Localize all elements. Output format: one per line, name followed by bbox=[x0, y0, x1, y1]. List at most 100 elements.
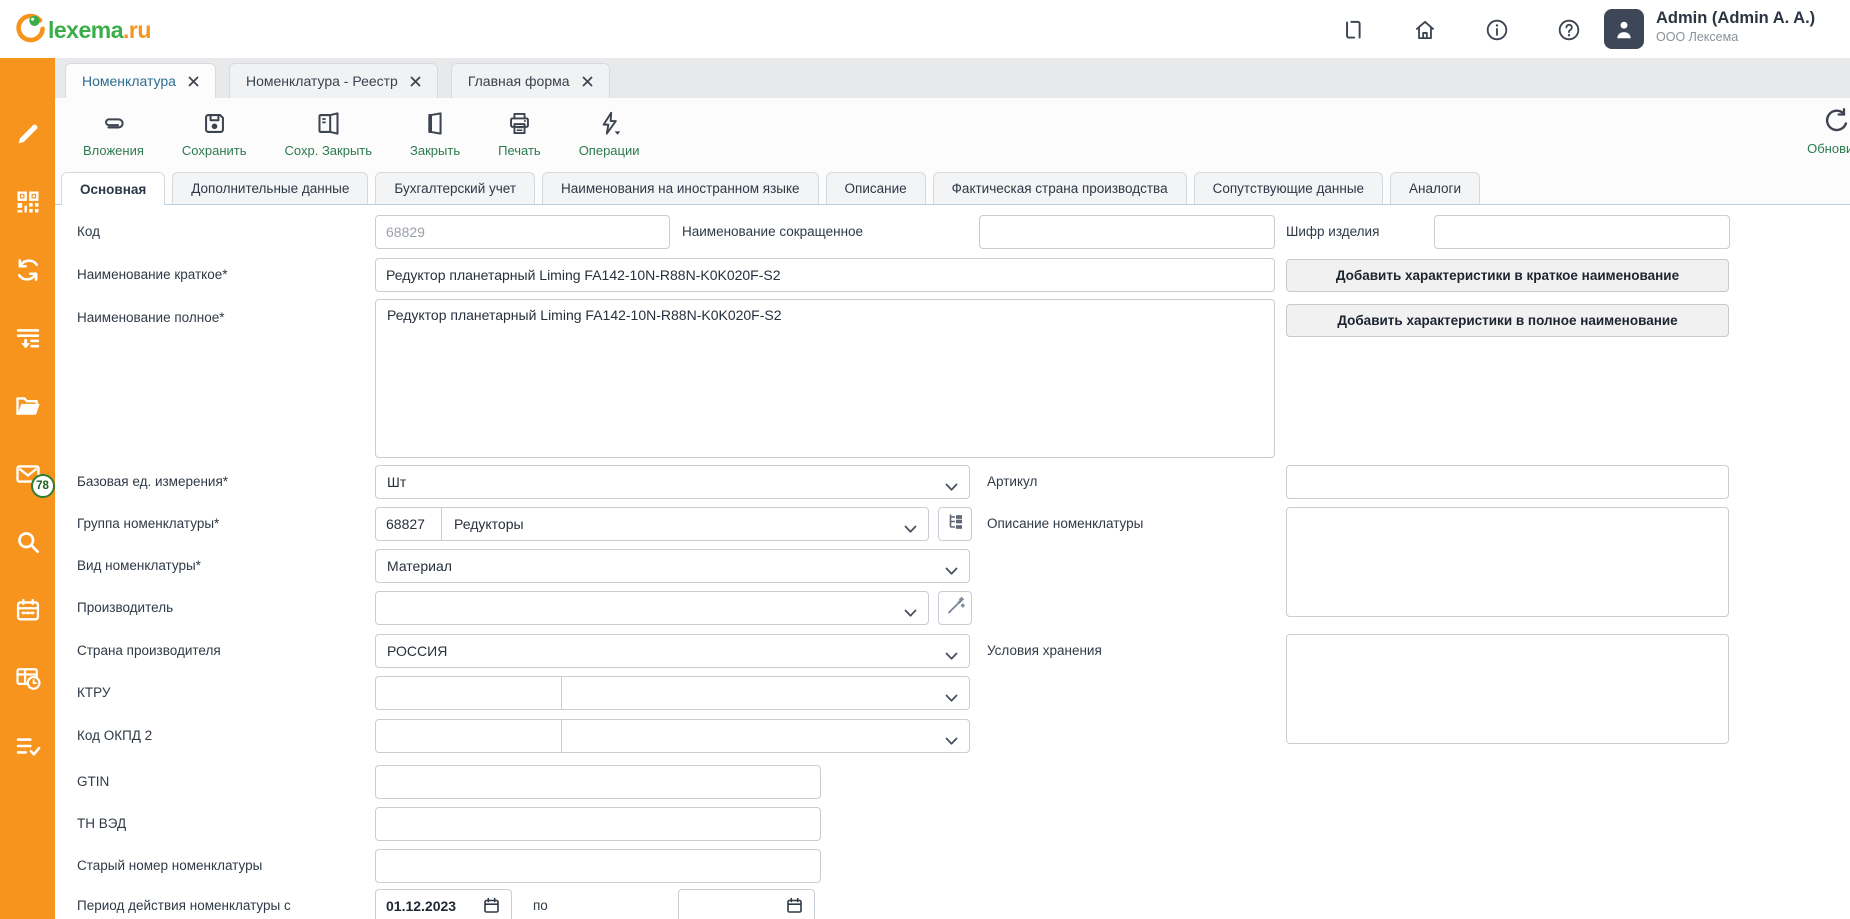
save-close-icon bbox=[315, 108, 342, 138]
ktru-select[interactable] bbox=[375, 676, 970, 710]
shifr-input[interactable] bbox=[1434, 215, 1730, 249]
pencil-icon[interactable] bbox=[14, 120, 42, 148]
short-name-input[interactable] bbox=[979, 215, 1275, 249]
subtab-osnovnaya[interactable]: Основная bbox=[61, 172, 165, 205]
tnved-label: ТН ВЭД bbox=[77, 807, 126, 841]
chevron-down-icon bbox=[904, 521, 917, 537]
base-unit-label: Базовая ед. измерения* bbox=[77, 465, 228, 499]
attachments-label: Вложения bbox=[83, 143, 144, 158]
subtab-fakticheskaya-strana[interactable]: Фактическая страна производства bbox=[933, 172, 1187, 204]
close-icon[interactable] bbox=[582, 76, 593, 87]
subtab-dopolnitelnye-dannye[interactable]: Дополнительные данные bbox=[172, 172, 368, 204]
group-code: 68827 bbox=[376, 508, 442, 540]
calendar-icon[interactable] bbox=[14, 596, 42, 624]
subtab-soputstvuyushchie[interactable]: Сопутствующие данные bbox=[1194, 172, 1383, 204]
folder-icon[interactable] bbox=[14, 392, 42, 420]
help-icon[interactable] bbox=[1556, 17, 1582, 43]
ktru-code bbox=[376, 677, 562, 709]
period-to-input[interactable] bbox=[678, 889, 815, 919]
tab-label: Номенклатура bbox=[82, 73, 176, 89]
polnoe-textarea[interactable]: Редуктор планетарный Liming FA142-10N-R8… bbox=[375, 299, 1275, 458]
search-icon[interactable] bbox=[14, 528, 42, 556]
manufacturer-select[interactable] bbox=[375, 591, 929, 625]
user-info[interactable]: Admin (Admin A. A.) ООО Лексема bbox=[1656, 9, 1815, 44]
refresh-icon bbox=[1822, 106, 1850, 136]
qr-code-icon[interactable] bbox=[14, 188, 42, 216]
report-clock-icon[interactable] bbox=[14, 664, 42, 692]
attachments-button[interactable]: Вложения bbox=[77, 108, 150, 158]
manufacturer-label: Производитель bbox=[77, 591, 173, 625]
chevron-down-icon bbox=[945, 690, 958, 706]
mail-icon[interactable]: 78 bbox=[14, 460, 42, 488]
subtab-opisanie[interactable]: Описание bbox=[826, 172, 926, 204]
storage-label: Условия хранения bbox=[987, 634, 1102, 668]
info-icon[interactable] bbox=[1484, 17, 1510, 43]
lexema-logo[interactable]: lexema.ru bbox=[14, 12, 151, 49]
save-icon bbox=[201, 108, 228, 138]
avatar[interactable] bbox=[1604, 9, 1644, 49]
kratkoe-label: Наименование краткое* bbox=[77, 258, 227, 292]
save-close-button[interactable]: Сохр. Закрыть bbox=[279, 108, 379, 158]
paperclip-icon bbox=[100, 108, 127, 138]
chevron-down-icon bbox=[945, 648, 958, 664]
okpd2-select[interactable] bbox=[375, 719, 970, 753]
vid-label: Вид номенклатуры* bbox=[77, 549, 201, 583]
operations-button[interactable]: Операции bbox=[573, 108, 646, 158]
base-unit-select[interactable]: Шт bbox=[375, 465, 970, 499]
import-list-icon[interactable] bbox=[14, 324, 42, 352]
print-label: Печать bbox=[498, 143, 541, 158]
storage-textarea[interactable] bbox=[1286, 634, 1729, 744]
operations-label: Операции bbox=[579, 143, 640, 158]
group-select[interactable]: 68827 Редукторы bbox=[375, 507, 929, 541]
user-name: Admin (Admin A. A.) bbox=[1656, 9, 1815, 28]
toolbar-panel: Вложения Сохранить Сохр. Закрыть Закрыть… bbox=[55, 98, 1850, 204]
ktru-label: КТРУ bbox=[77, 676, 110, 710]
gtin-label: GTIN bbox=[77, 765, 109, 799]
okpd2-code bbox=[376, 720, 562, 752]
print-button[interactable]: Печать bbox=[492, 108, 547, 158]
chevron-down-icon bbox=[945, 479, 958, 495]
group-tree-button[interactable] bbox=[938, 507, 972, 541]
processes-icon[interactable] bbox=[1340, 17, 1366, 43]
kratkoe-input[interactable] bbox=[375, 258, 1275, 292]
gtin-input[interactable] bbox=[375, 765, 821, 799]
home-icon[interactable] bbox=[1412, 17, 1438, 43]
tab-glavnaya-forma[interactable]: Главная форма bbox=[451, 63, 610, 98]
subtab-naimenovaniya-inostr[interactable]: Наименования на иностранном языке bbox=[542, 172, 819, 204]
period-from-input[interactable] bbox=[375, 889, 512, 919]
manufacturer-wand-button[interactable] bbox=[938, 591, 972, 625]
printer-icon bbox=[506, 108, 533, 138]
door-icon bbox=[422, 108, 449, 138]
add-characteristics-short-button[interactable]: Добавить характеристики в краткое наимен… bbox=[1286, 259, 1729, 292]
lightning-icon bbox=[596, 108, 623, 138]
tab-nomenklatura[interactable]: Номенклатура bbox=[65, 63, 216, 98]
sync-icon[interactable] bbox=[14, 256, 42, 284]
okpd2-label: Код ОКПД 2 bbox=[77, 719, 152, 753]
main-tab-strip: Номенклатура Номенклатура - Реестр Главн… bbox=[0, 58, 1850, 98]
chevron-down-icon bbox=[904, 605, 917, 621]
country-select[interactable]: РОССИЯ bbox=[375, 634, 970, 668]
kod-input[interactable] bbox=[375, 215, 670, 249]
close-icon[interactable] bbox=[188, 76, 199, 87]
form-main: Код Наименование сокращенное Шифр издели… bbox=[55, 204, 1850, 919]
top-bar: lexema.ru Admin (Admin A. A.) ООО Лексем… bbox=[0, 0, 1850, 58]
close-button[interactable]: Закрыть bbox=[404, 108, 466, 158]
add-characteristics-full-button[interactable]: Добавить характеристики в полное наимено… bbox=[1286, 304, 1729, 337]
refresh-button[interactable]: Обновить bbox=[1807, 106, 1850, 156]
subtab-buhgalterskij-uchet[interactable]: Бухгалтерский учет bbox=[375, 172, 535, 204]
tree-icon bbox=[946, 512, 965, 536]
refresh-label: Обновить bbox=[1807, 141, 1850, 156]
nom-description-textarea[interactable] bbox=[1286, 507, 1729, 617]
tab-nomenklatura-reestr[interactable]: Номенклатура - Реестр bbox=[229, 63, 438, 98]
checklist-icon[interactable] bbox=[14, 732, 42, 760]
old-number-input[interactable] bbox=[375, 849, 821, 883]
close-icon[interactable] bbox=[410, 76, 421, 87]
subtab-analogi[interactable]: Аналоги bbox=[1390, 172, 1480, 204]
kod-label: Код bbox=[77, 215, 100, 249]
group-label: Группа номенклатуры* bbox=[77, 507, 219, 541]
save-button[interactable]: Сохранить bbox=[176, 108, 253, 158]
chevron-down-icon bbox=[945, 733, 958, 749]
vid-select[interactable]: Материал bbox=[375, 549, 970, 583]
tnved-input[interactable] bbox=[375, 807, 821, 841]
artikul-input[interactable] bbox=[1286, 465, 1729, 499]
